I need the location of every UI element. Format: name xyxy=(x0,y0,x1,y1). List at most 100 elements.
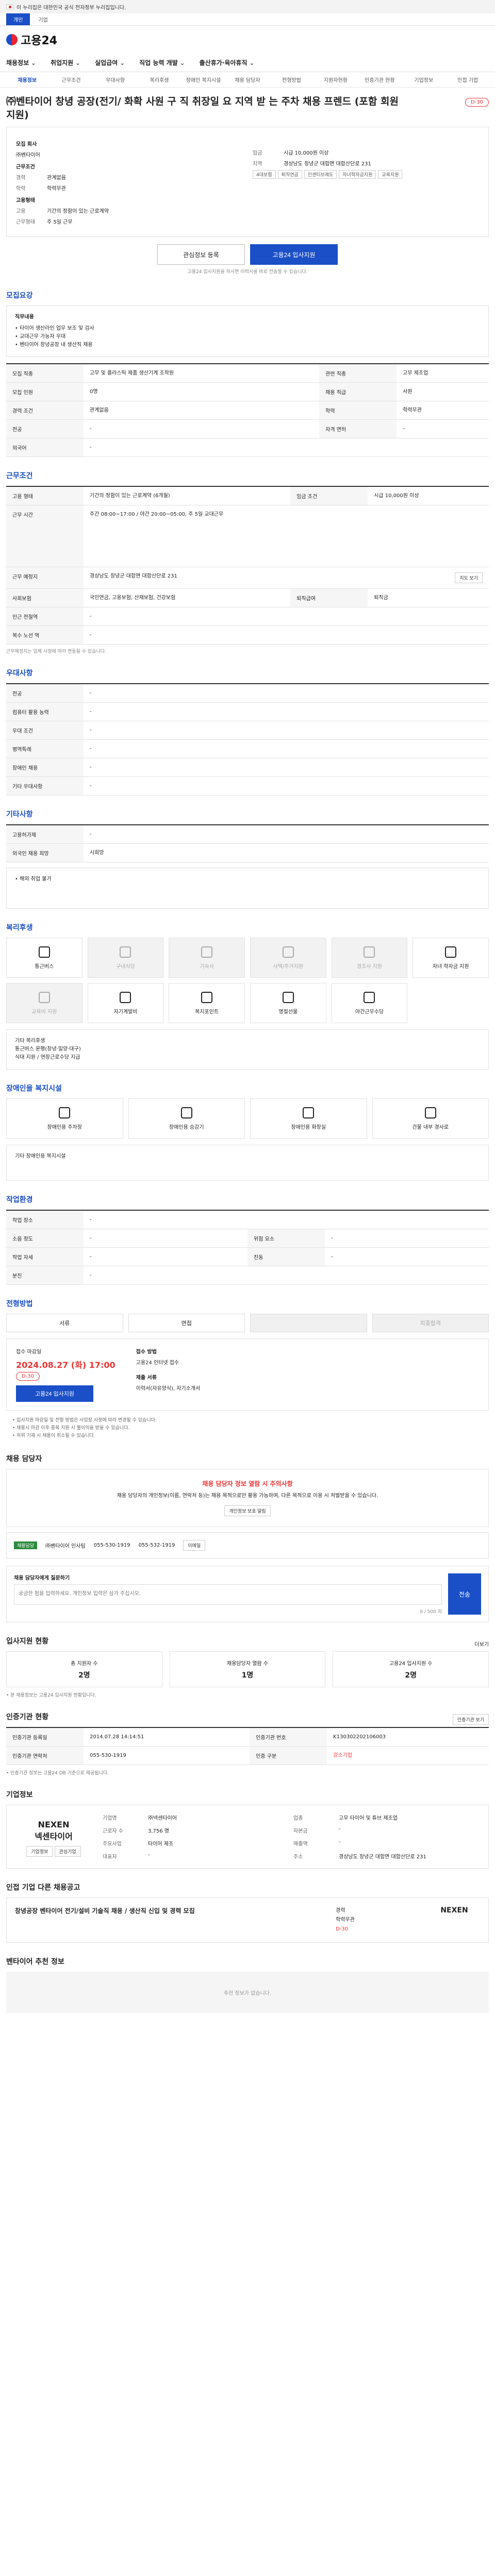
section-other: 인접 기업 다른 채용공고 창녕공장 벤타이어 전기/설비 기술직 채용 / 생… xyxy=(6,1882,489,1943)
more-link[interactable]: 더보기 xyxy=(474,1640,489,1648)
gnb-benefit[interactable]: 실업급여 xyxy=(95,58,125,67)
section-title: 인증기관 현황 xyxy=(6,1713,49,1721)
subnav-5[interactable]: 채용 담당자 xyxy=(225,76,269,83)
disab-grid: 장애인용 주차장 장애인용 승강기 장애인용 화장실 건물 내부 경사로 xyxy=(6,1098,489,1139)
apply-note: 고용24 입사지원을 하시면 이력서를 바로 전송할 수 있습니다. xyxy=(187,269,308,275)
applicant-stats: 총 지원자 수 2명 채용담당자 열람 수 1명 고용24 입사지원 수 2명 xyxy=(6,1651,489,1687)
section-recruit: 모집요강 직무내용 • 타이어 생산라인 업무 보조 및 검사 • 교대근무 가… xyxy=(6,290,489,457)
subnav-3[interactable]: 복리후생 xyxy=(137,76,181,83)
disab-item: 장애인용 승강기 xyxy=(128,1098,245,1139)
deadline-box: 접수 마감일 2024.08.27 (화) 17:00 D-30 고용24 입사… xyxy=(6,1338,489,1411)
env-table: 작업 장소 - 소음 정도 - 위험 요소 - 작업 자세 - 진동 - 분진 - xyxy=(6,1210,489,1285)
gnb-job[interactable]: 채용정보 xyxy=(6,58,36,67)
gnb-leave[interactable]: 출산휴가·육아휴직 xyxy=(200,58,255,67)
section-env: 작업환경 작업 장소 - 소음 정도 - 위험 요소 - 작업 자세 - 진동 - 분진 - xyxy=(6,1194,489,1285)
table-row: 소음 정도 - 위험 요소 - xyxy=(6,1229,489,1248)
section-title: 작업환경 xyxy=(6,1196,33,1204)
company-follow-button[interactable]: 관심기업 xyxy=(54,1846,81,1857)
korea-flag-icon xyxy=(6,4,13,9)
table-row: 장애인 채용 - xyxy=(6,758,489,777)
tab-personal[interactable]: 개인 xyxy=(6,13,30,25)
school-icon xyxy=(445,946,457,958)
welfare-box: 기타 복리후생 통근버스 운행(창녕·밀양·대구) 식대 지원 / 연장근로수당… xyxy=(6,1029,489,1070)
step: 면접 xyxy=(128,1314,245,1332)
subnav-2[interactable]: 우대사항 xyxy=(93,76,137,83)
question-send-button[interactable]: 전송 xyxy=(448,1573,481,1615)
step: 최종합격 xyxy=(372,1314,489,1332)
table-row: 기타 우대사항 - xyxy=(6,776,489,795)
gnb-support[interactable]: 취업지원 xyxy=(51,58,80,67)
apply-button-2[interactable]: 고용24 입사지원 xyxy=(16,1385,93,1402)
welfare-item: 자기계발비 xyxy=(87,983,164,1023)
other-job-card[interactable]: 창녕공장 벤타이어 전기/설비 기술직 채용 / 생산직 신입 및 경력 모집 … xyxy=(6,1897,489,1943)
table-row: 컴퓨터 활용 능력 - xyxy=(6,702,489,721)
chip: 인센티브제도 xyxy=(304,170,337,179)
privacy-alert: 채용 담당자 정보 열람 시 주의사항 채용 담당자의 개인정보(이름, 연락처… xyxy=(6,1469,489,1527)
duty-text: • 타이어 생산라인 업무 보조 및 검사 • 교대근무 가능자 우대 • 벤타… xyxy=(15,326,94,348)
email-button[interactable]: 이메일 xyxy=(183,1540,206,1551)
step xyxy=(250,1314,367,1332)
question-input[interactable] xyxy=(14,1584,442,1605)
subnav-6[interactable]: 전형방법 xyxy=(270,76,314,83)
other-info: 학력무관 xyxy=(336,1917,355,1923)
table-row: 고용 형태 기간의 정함이 있는 근로계약 (6개월) 임금 조건 시급 10,000… xyxy=(6,486,489,505)
subnav-8[interactable]: 인증기관 현황 xyxy=(358,76,402,83)
logo-text: 고용24 xyxy=(21,35,58,47)
subnav-4[interactable]: 장애인 복지시설 xyxy=(182,76,225,83)
row-key: 지역 xyxy=(253,161,262,167)
logo-mark-icon xyxy=(6,34,18,45)
section-title: 우대사항 xyxy=(6,669,33,677)
table-row: 외국인 채용 희망 시희망 xyxy=(6,843,489,862)
work-table: 고용 형태 기간의 정함이 있는 근로계약 (6개월) 임금 조건 시급 10,000… xyxy=(6,486,489,645)
map-button[interactable]: 지도 보기 xyxy=(455,572,483,583)
welfare-item: 명절선물 xyxy=(250,983,326,1023)
section-title: 근무조건 xyxy=(6,472,33,480)
work-note: 근무예정지는 업체 사정에 따라 변동될 수 있습니다. xyxy=(6,649,106,654)
header: 고용24 xyxy=(0,26,495,54)
subnav-0[interactable]: 채용정보 xyxy=(5,76,49,83)
row-val: 관계없음 xyxy=(47,175,66,181)
deadline-dday: D-30 xyxy=(16,1372,40,1381)
apply-button[interactable]: 고용24 입사지원 xyxy=(250,244,338,265)
recruit-table: 모집 직종 고무 및 플라스틱 제품 생산기계 조작원 관련 직종 고무 제조업 모집… xyxy=(6,363,489,457)
privacy-button[interactable]: 개인정보 보호 알림 xyxy=(224,1505,271,1516)
company-info-button[interactable]: 기업정보 xyxy=(26,1846,53,1857)
section-applicants: 입사지원 현황 더보기 총 지원자 수 2명 채용담당자 열람 수 1명 고용24 입… xyxy=(6,1636,489,1698)
section-cert: 인증기관 현황 인증기관 보기 인증기관 등록일 2014.07.28 14:14:… xyxy=(6,1711,489,1776)
subnav-10[interactable]: 인접 기업 xyxy=(446,76,490,83)
row-key: 경력 xyxy=(16,175,26,181)
method-label: 접수 방법 xyxy=(136,1349,157,1355)
section-company: 기업정보 NEXEN 넥센타이어 기업정보 관심기업 기업명 ㈜넥센타이어 업종 고… xyxy=(6,1789,489,1869)
gnb-training[interactable]: 직업 능력 개발 xyxy=(139,58,185,67)
company-card: NEXEN 넥센타이어 기업정보 관심기업 기업명 ㈜넥센타이어 업종 고무 타이어… xyxy=(6,1805,489,1869)
cert-button[interactable]: 인증기관 보기 xyxy=(452,1714,489,1725)
other-info: 경력 xyxy=(336,1908,345,1913)
tab-company[interactable]: 기업 xyxy=(31,13,55,25)
welfare-item: 복지포인트 xyxy=(169,983,245,1023)
welfare-empty xyxy=(412,983,489,1023)
applicant-note: • 본 채용정보는 고용24 입사지원 현황입니다. xyxy=(6,1693,96,1698)
table-row: 모집 인원 0명 채용 직급 사원 xyxy=(6,382,489,401)
disab-item: 건물 내부 경사로 xyxy=(372,1098,489,1139)
papers-label: 제출 서류 xyxy=(136,1375,157,1381)
section-title: 기업정보 xyxy=(6,1791,33,1799)
manager-phone: 055-530-1919 xyxy=(93,1543,130,1548)
site-logo[interactable]: 고용24 xyxy=(6,31,57,48)
subnav-7[interactable]: 지원자현황 xyxy=(314,76,357,83)
house-icon xyxy=(282,946,294,958)
table-row: 사회보험 국민연금, 고용보험, 산재보험, 건강보험 퇴직급여 퇴직금 xyxy=(6,588,489,607)
other-job-title[interactable]: 창녕공장 벤타이어 전기/설비 기술직 채용 / 생산직 신입 및 경력 모집 xyxy=(15,1906,325,1934)
book-icon xyxy=(38,991,50,1003)
chip: 자녀학자금지원 xyxy=(339,170,376,179)
screen-steps: 서류 면접 최종합격 xyxy=(6,1314,489,1332)
row-key: 근무형태 xyxy=(16,219,35,225)
subnav-9[interactable]: 기업정보 xyxy=(402,76,446,83)
toilet-icon xyxy=(303,1107,315,1118)
user-type-tabs: 개인 기업 xyxy=(0,13,495,26)
dorm-icon xyxy=(201,946,213,958)
welfare-item: 기숙사 xyxy=(169,938,245,978)
money-icon xyxy=(120,991,131,1003)
scrap-button[interactable]: 관심정보 등록 xyxy=(157,244,245,265)
row-key: 고용 xyxy=(16,209,26,214)
subnav-1[interactable]: 근무조건 xyxy=(49,76,93,83)
